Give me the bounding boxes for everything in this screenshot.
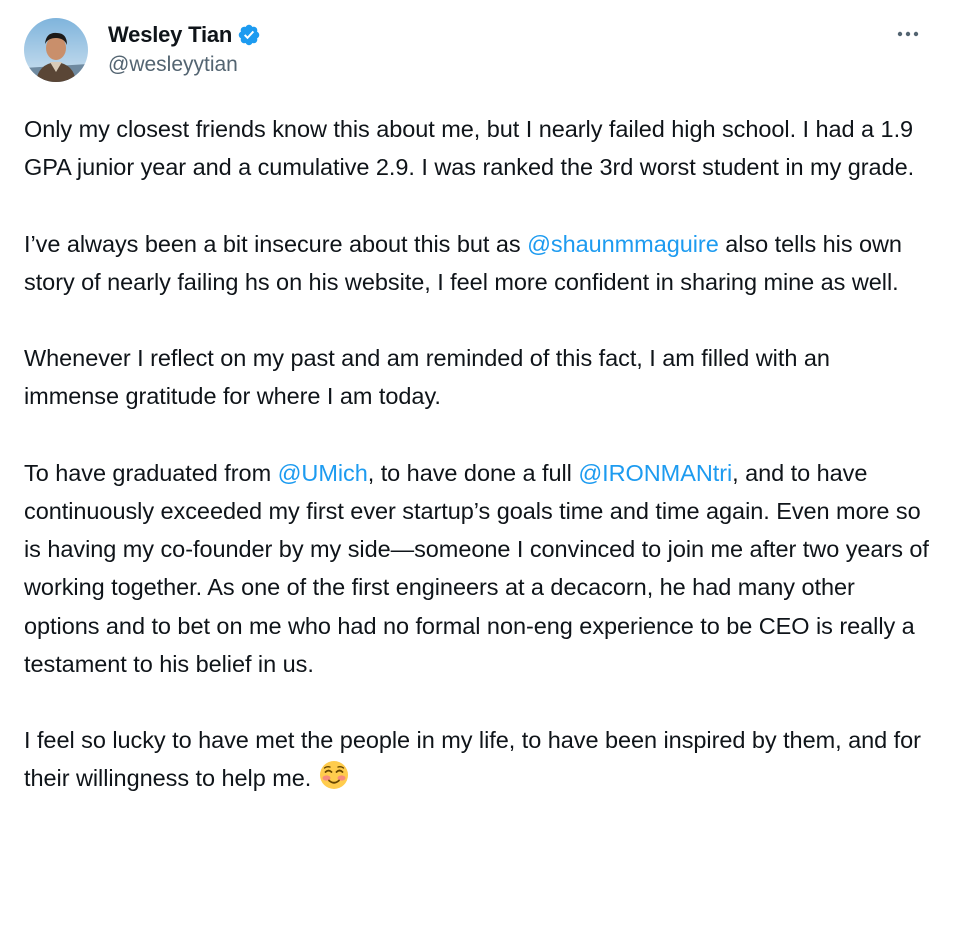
tweet-text-segment: I’ve always been a bit insecure about th…	[24, 230, 528, 257]
mention-link-ironmantri[interactable]: @IRONMANtri	[578, 460, 732, 486]
author-avatar[interactable]	[24, 18, 88, 82]
avatar-photo-icon	[24, 18, 88, 82]
author-display-name[interactable]: Wesley Tian	[108, 22, 232, 48]
tweet-text-segment: , to have done a full	[367, 459, 579, 486]
tweet-paragraph-5: I feel so lucky to have met the people i…	[24, 721, 930, 797]
more-horizontal-icon	[897, 31, 919, 37]
tweet-text-segment: To have graduated from	[24, 459, 278, 486]
tweet-paragraph-2: I’ve always been a bit insecure about th…	[24, 225, 930, 301]
author-handle[interactable]: @wesleyytian	[108, 53, 261, 77]
tweet-text-segment: , and to have continuously exceeded my f…	[24, 459, 929, 677]
tweet-header: Wesley Tian @wesleyytian	[24, 16, 930, 86]
smiling-face-emoji-icon	[318, 759, 350, 791]
author-info: Wesley Tian @wesleyytian	[108, 20, 261, 77]
more-options-button[interactable]	[892, 20, 924, 48]
tweet-paragraph-4: To have graduated from @UMich, to have d…	[24, 454, 930, 683]
tweet-text-segment: I feel so lucky to have met the people i…	[24, 727, 921, 792]
tweet-paragraph-1: Only my closest friends know this about …	[24, 116, 915, 181]
tweet-body: Only my closest friends know this about …	[24, 110, 930, 798]
tweet-paragraph-3: Whenever I reflect on my past and am rem…	[24, 345, 830, 410]
mention-link-umich[interactable]: @UMich	[278, 460, 368, 486]
verified-badge-icon[interactable]	[237, 23, 261, 47]
mention-link-shaunmmaguire[interactable]: @shaunmmaguire	[527, 231, 719, 257]
